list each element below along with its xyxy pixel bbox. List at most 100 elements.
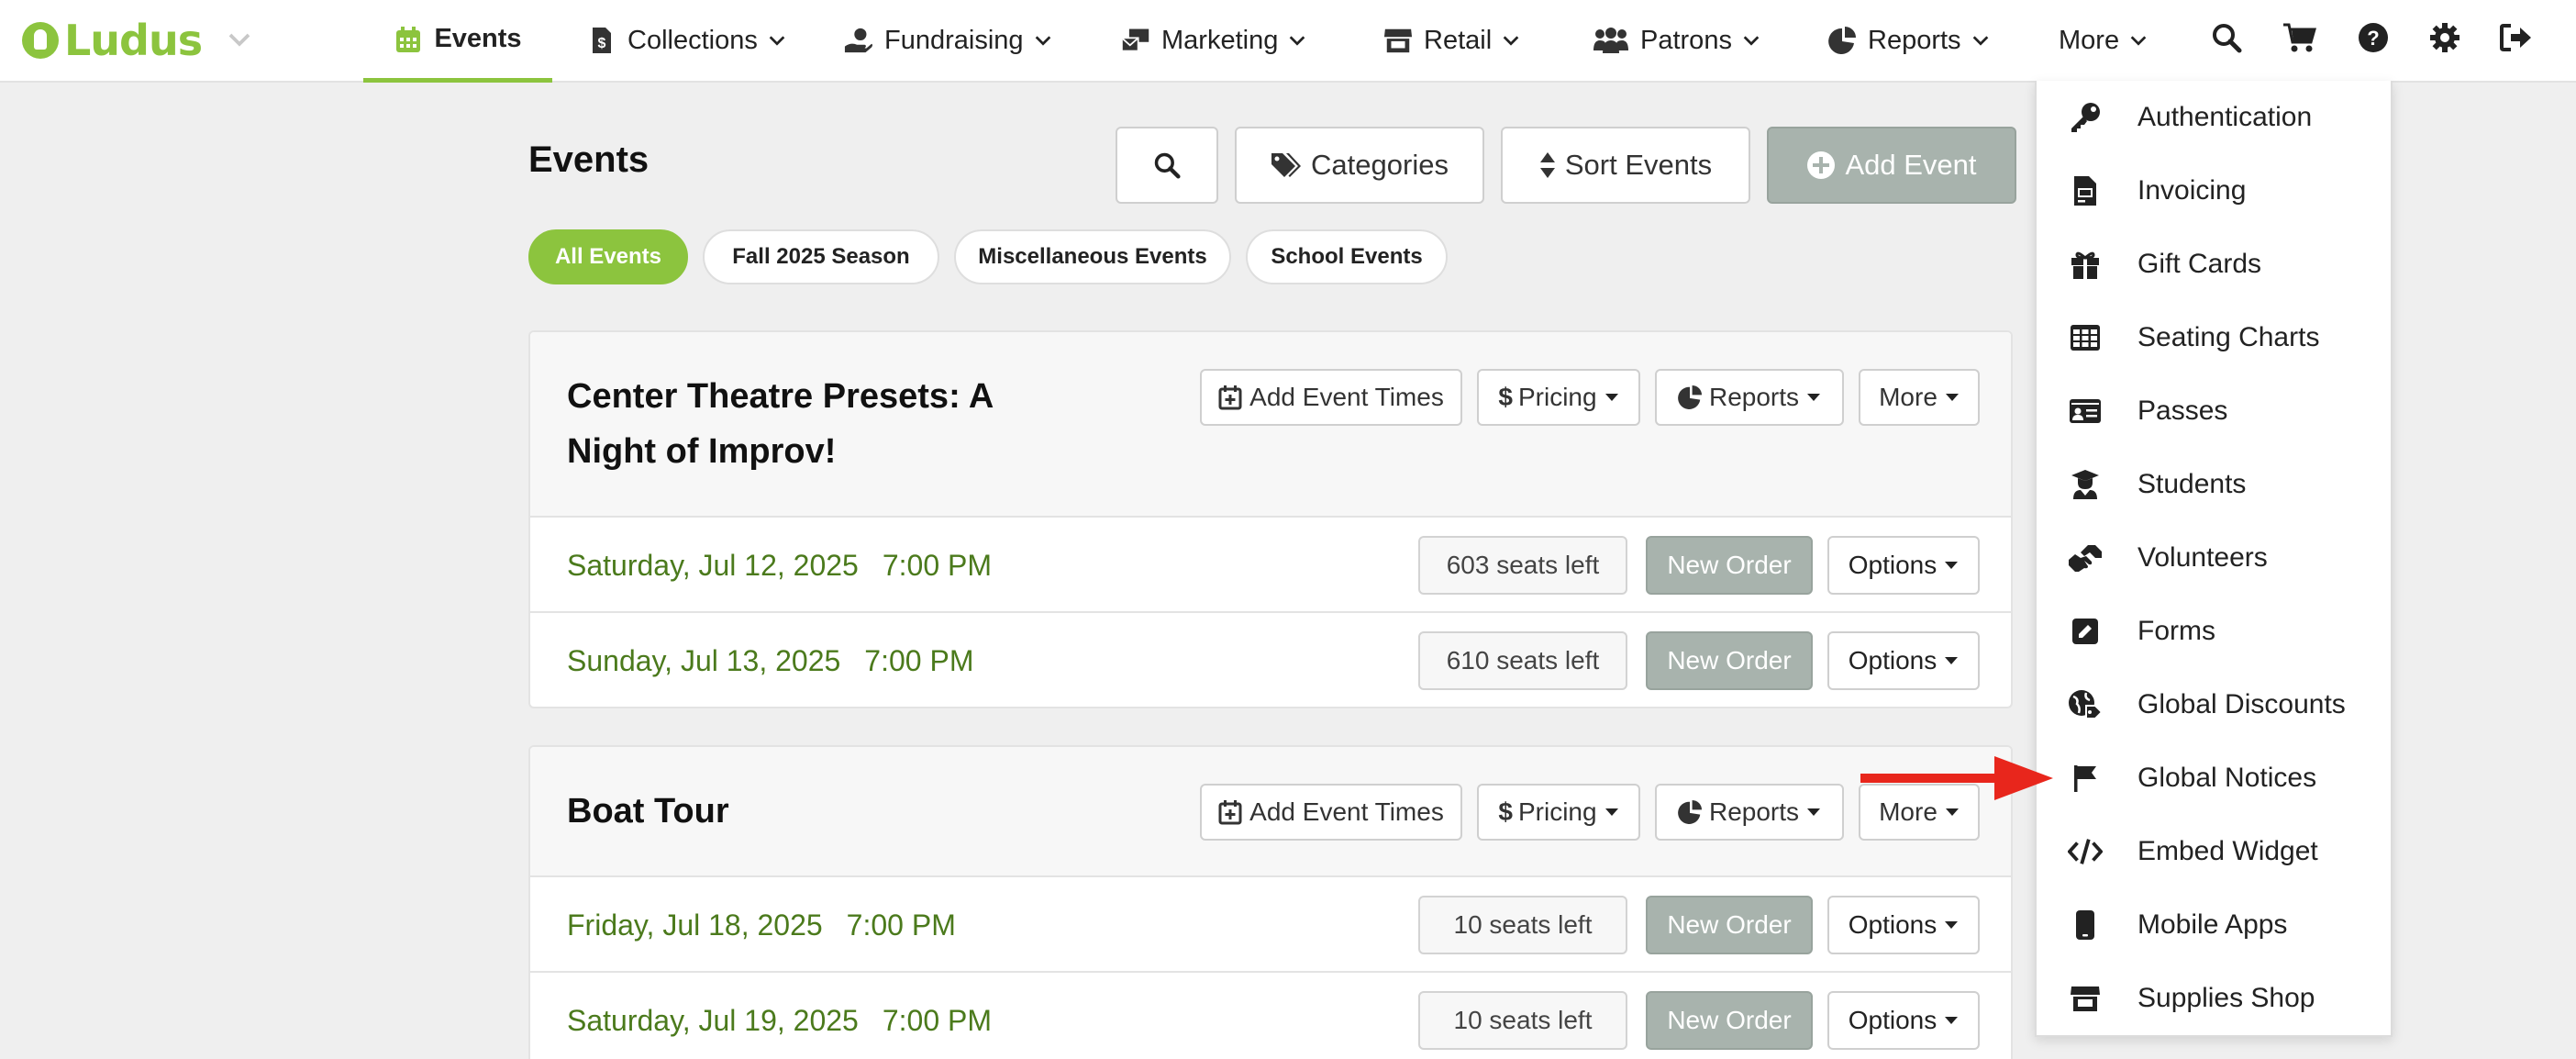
event-datetime[interactable]: Friday, Jul 18, 2025 7:00 PM (567, 877, 956, 973)
dollar-icon: $ (1498, 797, 1513, 826)
menu-item-forms[interactable]: Forms (2037, 595, 2391, 668)
reports-dropdown[interactable]: Reports (1655, 784, 1844, 841)
menu-item-students[interactable]: Students (2037, 448, 2391, 521)
options-dropdown[interactable]: Options (1827, 991, 1980, 1050)
menu-item-embed-widget[interactable]: Embed Widget (2037, 815, 2391, 888)
event-title-line: Boat Tour (567, 792, 729, 830)
options-dropdown[interactable]: Options (1827, 896, 1980, 954)
event-datetime[interactable]: Saturday, Jul 12, 2025 7:00 PM (567, 518, 992, 613)
caret-down-icon (1945, 562, 1959, 569)
options-label: Options (1848, 646, 1938, 674)
pricing-label: Pricing (1517, 383, 1597, 411)
event-title[interactable]: Boat Tour (567, 784, 729, 839)
options-dropdown[interactable]: Options (1827, 536, 1980, 595)
add-event-times-button[interactable]: Add Event Times (1200, 369, 1462, 426)
top-navbar: Ludus Events $ Collections Fundraising M… (0, 0, 2576, 83)
shop-icon (2068, 981, 2103, 1016)
seats-left-badge[interactable]: 10 seats left (1418, 991, 1627, 1050)
file-invoice-icon (2068, 173, 2103, 208)
more-dropdown-menu: Authentication Invoicing Gift Cards Seat… (2035, 81, 2393, 1037)
nav-label: More (2059, 25, 2120, 55)
nav-item-marketing[interactable]: Marketing (1121, 0, 1307, 81)
chart-pie-icon (1678, 800, 1702, 824)
nav-item-fundraising[interactable]: Fundraising (844, 0, 1053, 81)
sort-events-button[interactable]: Sort Events (1501, 127, 1750, 204)
pricing-dropdown[interactable]: $ Pricing (1477, 784, 1640, 841)
event-card: Center Theatre Presets: A Night of Impro… (528, 330, 2013, 708)
sign-out-icon[interactable] (2495, 17, 2537, 59)
options-label: Options (1848, 910, 1938, 939)
mail-bulk-icon (1121, 26, 1150, 55)
add-event-times-button[interactable]: Add Event Times (1200, 784, 1462, 841)
cart-icon[interactable] (2279, 17, 2321, 59)
categories-button[interactable]: Categories (1235, 127, 1484, 204)
annotation-arrow-icon (1860, 756, 2053, 800)
file-invoice-dollar-icon: $ (587, 26, 616, 55)
chevron-down-icon (769, 36, 785, 46)
pricing-dropdown[interactable]: $ Pricing (1477, 369, 1640, 426)
options-dropdown[interactable]: Options (1827, 631, 1980, 690)
nav-item-patrons[interactable]: Patrons (1593, 0, 1761, 81)
caret-down-icon (1807, 808, 1821, 816)
menu-item-label: Forms (2137, 616, 2215, 646)
event-date: Saturday, Jul 12, 2025 (567, 548, 859, 582)
more-label: More (1879, 383, 1938, 411)
caret-down-icon (1945, 808, 1959, 816)
seats-left-badge[interactable]: 603 seats left (1418, 536, 1627, 595)
caret-down-icon (1945, 394, 1959, 401)
nav-item-collections[interactable]: $ Collections (587, 0, 787, 81)
event-title[interactable]: Center Theatre Presets: A Night of Impro… (567, 369, 994, 479)
event-date: Friday, Jul 18, 2025 (567, 908, 823, 942)
chart-pie-icon (1827, 26, 1857, 55)
filter-school-events[interactable]: School Events (1246, 229, 1448, 284)
filter-miscellaneous-events[interactable]: Miscellaneous Events (954, 229, 1231, 284)
menu-item-gift-cards[interactable]: Gift Cards (2037, 228, 2391, 301)
hands-helping-icon (2068, 541, 2103, 575)
seats-left-badge[interactable]: 10 seats left (1418, 896, 1627, 954)
menu-item-invoicing[interactable]: Invoicing (2037, 154, 2391, 228)
menu-item-mobile-apps[interactable]: Mobile Apps (2037, 888, 2391, 962)
ludus-logo-mark (22, 22, 59, 59)
nav-item-reports[interactable]: Reports (1827, 0, 1991, 81)
hand-holding-dollar-icon (844, 26, 873, 55)
search-events-button[interactable] (1116, 127, 1218, 204)
menu-item-authentication[interactable]: Authentication (2037, 81, 2391, 154)
event-date: Saturday, Jul 19, 2025 (567, 1003, 859, 1037)
help-icon[interactable]: ? (2352, 17, 2394, 59)
nav-item-retail[interactable]: Retail (1383, 0, 1521, 81)
calendar-plus-icon (1218, 800, 1242, 825)
nav-item-events[interactable]: Events (363, 0, 552, 83)
event-datetime[interactable]: Saturday, Jul 19, 2025 7:00 PM (567, 973, 992, 1059)
id-card-icon (2068, 394, 2103, 429)
ludus-logo[interactable]: Ludus (22, 11, 203, 70)
menu-item-volunteers[interactable]: Volunteers (2037, 521, 2391, 595)
caret-down-icon (1945, 921, 1959, 929)
filter-all-events[interactable]: All Events (528, 229, 688, 284)
new-order-button[interactable]: New Order (1646, 631, 1813, 690)
menu-item-label: Supplies Shop (2137, 983, 2315, 1013)
event-time: 7:00 PM (882, 548, 993, 582)
menu-item-seating-charts[interactable]: Seating Charts (2037, 301, 2391, 374)
menu-item-global-notices[interactable]: Global Notices (2037, 741, 2391, 815)
nav-item-more[interactable]: More (2059, 0, 2149, 81)
new-order-button[interactable]: New Order (1646, 991, 1813, 1050)
new-order-button[interactable]: New Order (1646, 896, 1813, 954)
more-dropdown[interactable]: More (1859, 369, 1980, 426)
filter-fall-2025-season[interactable]: Fall 2025 Season (703, 229, 939, 284)
caret-down-icon (1945, 1017, 1959, 1024)
menu-item-passes[interactable]: Passes (2037, 374, 2391, 448)
gear-icon[interactable] (2424, 17, 2466, 59)
event-datetime[interactable]: Sunday, Jul 13, 2025 7:00 PM (567, 613, 973, 707)
seats-left-badge[interactable]: 610 seats left (1418, 631, 1627, 690)
caret-down-icon (1604, 808, 1618, 816)
menu-item-supplies-shop[interactable]: Supplies Shop (2037, 962, 2391, 1035)
new-order-button[interactable]: New Order (1646, 536, 1813, 595)
chart-pie-icon (1678, 385, 1702, 409)
reports-dropdown[interactable]: Reports (1655, 369, 1844, 426)
chevron-down-icon[interactable] (226, 26, 253, 53)
code-icon (2068, 834, 2103, 869)
menu-item-global-discounts[interactable]: Global Discounts (2037, 668, 2391, 741)
sort-events-label: Sort Events (1564, 149, 1713, 181)
search-icon[interactable] (2205, 17, 2248, 59)
add-event-button[interactable]: Add Event (1767, 127, 2016, 204)
